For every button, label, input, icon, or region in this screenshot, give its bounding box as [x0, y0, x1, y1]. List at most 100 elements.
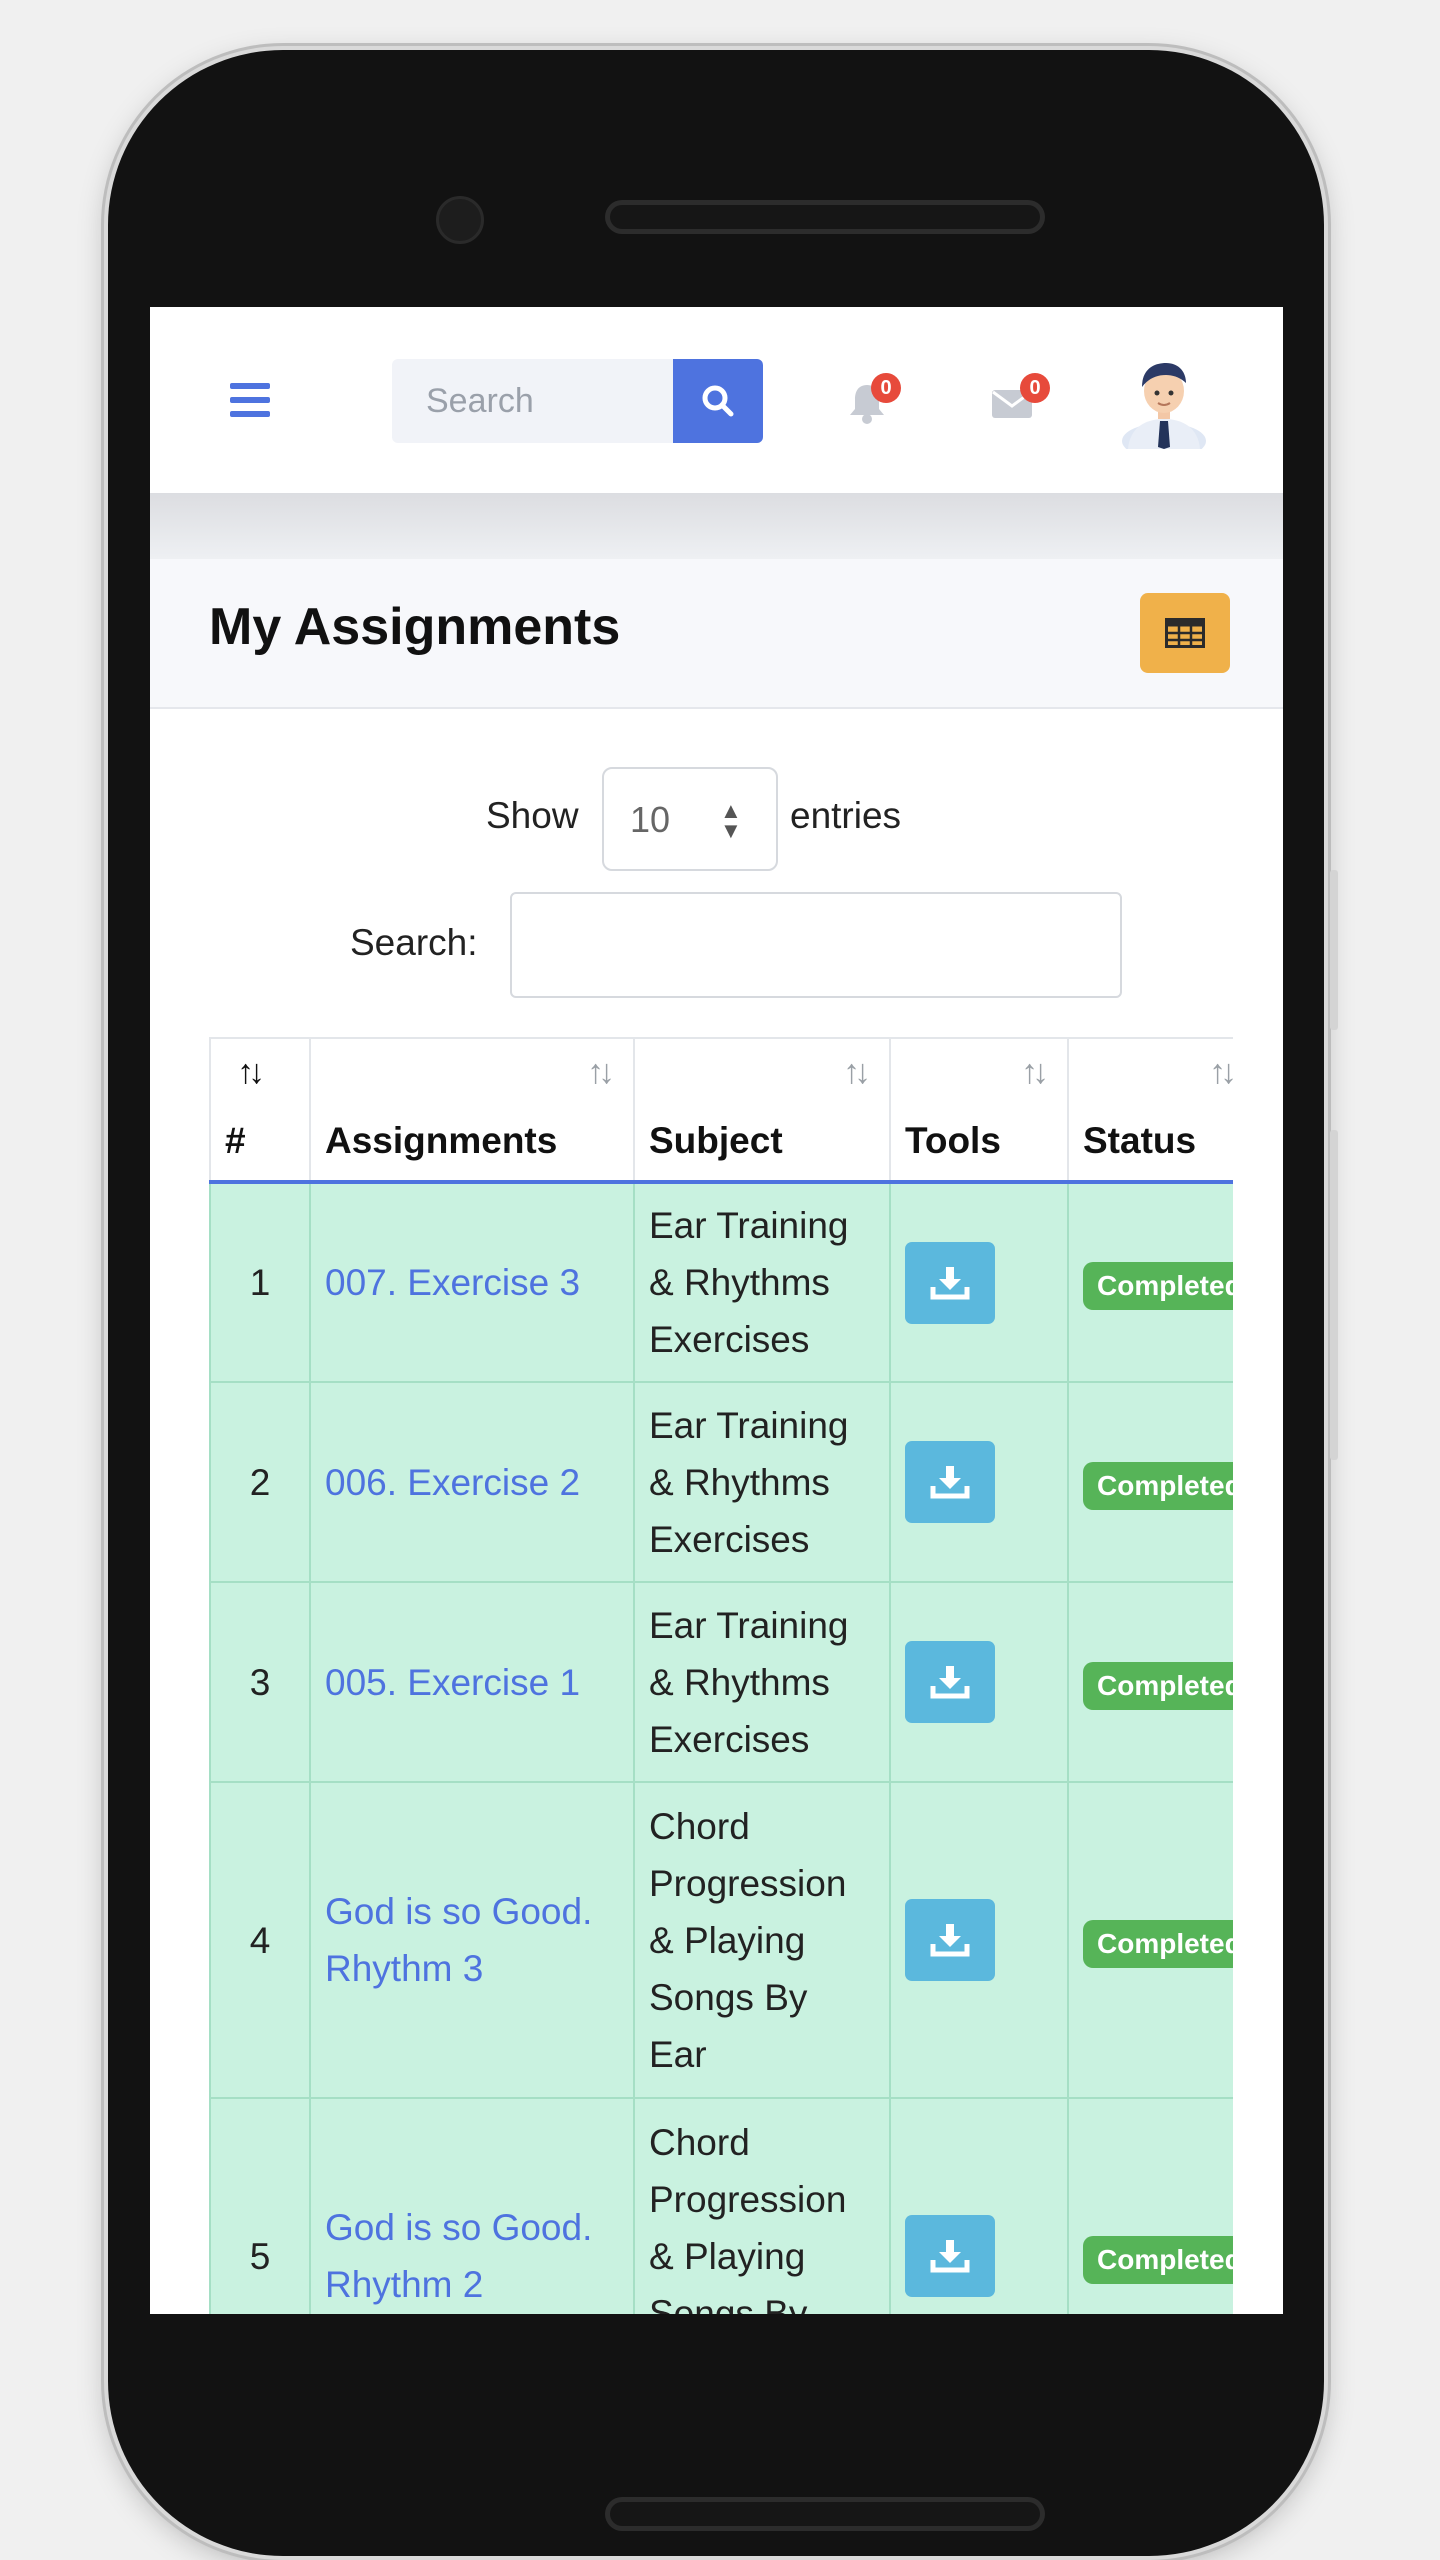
user-avatar[interactable]	[1120, 357, 1208, 459]
row-number: 2	[209, 1382, 311, 1583]
tools-cell	[890, 1382, 1069, 1583]
assignment-link[interactable]: 005. Exercise 1	[325, 1662, 580, 1703]
entries-select[interactable]: 10 ▲ ▼	[602, 767, 778, 871]
status-cell: Completed	[1068, 1382, 1233, 1583]
column-header-subject[interactable]: ↑↓ Subject	[634, 1037, 891, 1184]
table-header-row: ↑↓ # ↑↓ Assignments ↑↓ Subject ↑↓ Tools ↑↓ St…	[209, 1037, 1233, 1184]
row-number: 1	[209, 1182, 311, 1383]
status-badge: Completed	[1083, 1262, 1233, 1310]
download-button[interactable]	[905, 1899, 995, 1981]
content-top-spacer	[150, 493, 1283, 559]
status-cell: Completed	[1068, 1782, 1233, 2099]
status-cell: Completed	[1068, 1582, 1233, 1783]
column-header-number[interactable]: ↑↓ #	[209, 1037, 311, 1184]
assignment-cell: 006. Exercise 2	[310, 1382, 635, 1583]
column-header-tools[interactable]: ↑↓ Tools	[890, 1037, 1069, 1184]
top-navbar: 0 0	[150, 307, 1283, 493]
assignment-link[interactable]: 007. Exercise 3	[325, 1262, 580, 1303]
entries-value: 10	[630, 799, 671, 840]
table-search-input[interactable]	[510, 892, 1122, 998]
entries-label: entries	[790, 795, 902, 836]
column-label: Subject	[649, 1120, 783, 1161]
subject-cell: Ear Training & Rhythms Exercises	[634, 1382, 891, 1583]
tools-cell	[890, 2098, 1069, 2314]
assignments-table: ↑↓ # ↑↓ Assignments ↑↓ Subject ↑↓ Tools ↑↓ St…	[209, 1037, 1233, 2314]
column-header-assignments[interactable]: ↑↓ Assignments	[310, 1037, 635, 1184]
subject-cell: Chord Progression & Playing Songs By Ear	[634, 1782, 891, 2099]
assignment-cell: God is so Good. Rhythm 2	[310, 2098, 635, 2314]
page-title: My Assignments	[209, 598, 621, 656]
row-number: 5	[209, 2098, 311, 2314]
column-label: #	[225, 1120, 246, 1161]
status-cell: Completed	[1068, 2098, 1233, 2314]
assignment-cell: 005. Exercise 1	[310, 1582, 635, 1783]
assignments-table-wrapper[interactable]: ↑↓ # ↑↓ Assignments ↑↓ Subject ↑↓ Tools ↑↓ St…	[209, 1037, 1233, 2314]
subject-cell: Ear Training & Rhythms Exercises	[634, 1582, 891, 1783]
download-icon	[930, 1666, 970, 1699]
table-row: 4 God is so Good. Rhythm 3 Chord Progressi…	[209, 1782, 1233, 2099]
table-view-button[interactable]	[1140, 593, 1230, 673]
status-badge: Completed	[1083, 1919, 1233, 1968]
column-header-status[interactable]: ↑↓ Status	[1068, 1037, 1233, 1184]
sort-icon: ↑↓	[1209, 1053, 1233, 1091]
assignment-cell: God is so Good. Rhythm 3	[310, 1782, 635, 2099]
assignment-link[interactable]: 006. Exercise 2	[325, 1462, 580, 1503]
notifications-button[interactable]: 0	[847, 373, 901, 425]
column-label: Assignments	[325, 1120, 558, 1161]
search-icon	[702, 385, 734, 417]
notifications-badge: 0	[871, 373, 901, 403]
table-row: 3 005. Exercise 1 Ear Training & Rhythms E…	[209, 1582, 1233, 1783]
bottom-speaker	[605, 2497, 1045, 2531]
select-arrows-icon: ▲ ▼	[720, 798, 742, 843]
messages-badge: 0	[1020, 373, 1050, 403]
download-button[interactable]	[905, 1241, 995, 1324]
status-badge: Completed	[1083, 1661, 1233, 1710]
table-row: 2 006. Exercise 2 Ear Training & Rhythms E…	[209, 1382, 1233, 1583]
column-label: Status	[1083, 1120, 1197, 1161]
download-icon	[930, 1466, 970, 1499]
tools-cell	[890, 1782, 1069, 2099]
column-label: Tools	[905, 1120, 1001, 1161]
row-number: 4	[209, 1782, 311, 2099]
phone-side-button	[1330, 870, 1338, 1030]
subject-cell: Chord Progression & Playing Songs By Ear	[634, 2098, 891, 2314]
search-button[interactable]	[673, 359, 763, 443]
messages-button[interactable]: 0	[990, 373, 1050, 421]
download-button[interactable]	[905, 2215, 995, 2297]
status-cell: Completed	[1068, 1182, 1233, 1383]
entries-control: Show 10 ▲ ▼ entries	[150, 767, 1283, 873]
app-screen: 0 0 My Assignments	[150, 307, 1283, 2314]
assignment-cell: 007. Exercise 3	[310, 1182, 635, 1383]
download-icon	[930, 1266, 970, 1299]
table-row: 5 God is so Good. Rhythm 2 Chord Progressi…	[209, 2098, 1233, 2314]
sort-icon: ↑↓	[843, 1053, 871, 1091]
download-icon	[930, 2240, 970, 2273]
menu-icon[interactable]	[230, 383, 270, 417]
table-search-control: Search:	[150, 892, 1283, 998]
navbar-search-input[interactable]	[392, 359, 673, 443]
row-number: 3	[209, 1582, 311, 1783]
status-badge: Completed	[1083, 2235, 1233, 2284]
front-camera	[436, 196, 484, 244]
show-label: Show	[486, 795, 579, 836]
tools-cell	[890, 1582, 1069, 1783]
tools-cell	[890, 1182, 1069, 1383]
card-header: My Assignments	[150, 559, 1283, 709]
sort-asc-icon: ↑↓	[237, 1053, 265, 1091]
earpiece-speaker	[605, 200, 1045, 234]
download-button[interactable]	[905, 1641, 995, 1723]
assignment-link[interactable]: God is so Good. Rhythm 2	[325, 2207, 592, 2305]
table-search-label: Search:	[350, 922, 478, 963]
subject-cell: Ear Training & Rhythms Exercises	[634, 1182, 891, 1383]
download-button[interactable]	[905, 1441, 995, 1523]
assignment-link[interactable]: God is so Good. Rhythm 3	[325, 1891, 592, 1989]
sort-icon: ↑↓	[587, 1053, 615, 1091]
navbar-search	[392, 359, 763, 443]
table-row: 1 007. Exercise 3 Ear Training & Rhythms E…	[209, 1182, 1233, 1383]
sort-icon: ↑↓	[1021, 1053, 1049, 1091]
phone-side-button	[1330, 1130, 1338, 1460]
avatar-icon	[1122, 363, 1206, 459]
download-icon	[930, 1924, 970, 1957]
table-body: 1 007. Exercise 3 Ear Training & Rhythms E…	[209, 1182, 1233, 2314]
table-icon	[1165, 618, 1205, 648]
